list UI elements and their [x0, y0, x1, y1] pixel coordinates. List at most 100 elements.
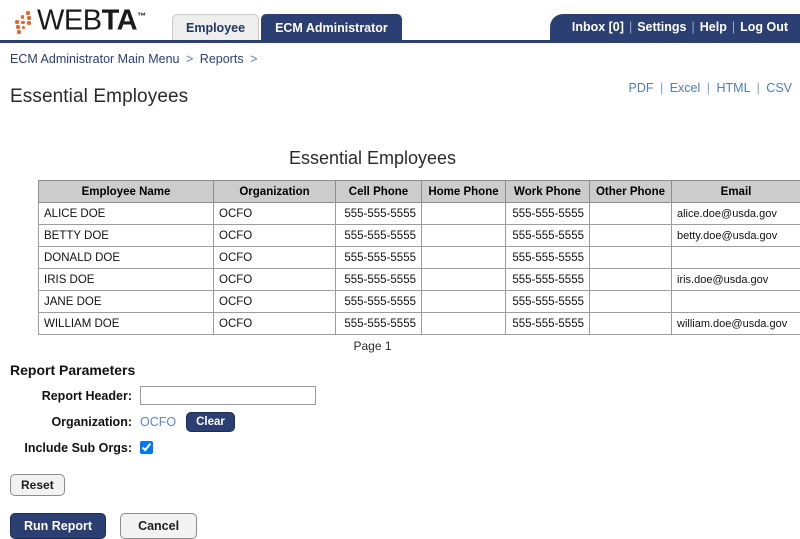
cell-home-phone: [422, 269, 506, 291]
cell-cell-phone: 555-555-5555: [336, 247, 422, 269]
main-tabs: Employee ECM Administrator: [172, 14, 402, 40]
settings-link[interactable]: Settings: [637, 20, 686, 34]
webta-logo: WEBTA™: [14, 4, 146, 36]
report-header-row: Report Header:: [10, 385, 800, 406]
cell-cell-phone: 555-555-5555: [336, 225, 422, 247]
cell-employee-name: DONALD DOE: [39, 247, 214, 269]
table-header-row: Employee Name Organization Cell Phone Ho…: [39, 181, 800, 203]
table-row: DONALD DOE OCFO 555-555-5555 555-555-555…: [39, 247, 800, 269]
logo-dots-icon: [14, 10, 36, 36]
report-header-label: Report Header:: [10, 389, 140, 403]
table-row: WILLIAM DOE OCFO 555-555-5555 555-555-55…: [39, 313, 800, 335]
help-link[interactable]: Help: [700, 20, 727, 34]
logo-ta-text: TA: [102, 5, 138, 37]
report-table-container: Employee Name Organization Cell Phone Ho…: [38, 180, 800, 335]
column-header-other-phone: Other Phone: [590, 181, 672, 203]
cell-organization: OCFO: [214, 203, 336, 225]
cell-email: iris.doe@usda.gov: [672, 269, 800, 291]
cell-email: [672, 291, 800, 313]
cell-home-phone: [422, 225, 506, 247]
column-header-email: Email: [672, 181, 800, 203]
cell-home-phone: [422, 313, 506, 335]
reset-button-row: Reset: [10, 474, 800, 496]
cell-work-phone: 555-555-5555: [506, 291, 590, 313]
cell-home-phone: [422, 291, 506, 313]
cell-email: william.doe@usda.gov: [672, 313, 800, 335]
cell-cell-phone: 555-555-5555: [336, 313, 422, 335]
cell-other-phone: [590, 313, 672, 335]
include-sub-orgs-checkbox[interactable]: [140, 441, 153, 454]
column-header-cell-phone: Cell Phone: [336, 181, 422, 203]
cell-home-phone: [422, 247, 506, 269]
export-html-link[interactable]: HTML: [717, 81, 751, 95]
trademark-icon: ™: [137, 11, 146, 21]
breadcrumb: ECM Administrator Main Menu > Reports >: [0, 43, 800, 72]
report-header-input[interactable]: [140, 386, 316, 405]
nav-separator: |: [732, 20, 735, 34]
cell-cell-phone: 555-555-5555: [336, 291, 422, 313]
cell-organization: OCFO: [214, 313, 336, 335]
cell-employee-name: BETTY DOE: [39, 225, 214, 247]
tab-employee[interactable]: Employee: [172, 14, 259, 40]
cell-work-phone: 555-555-5555: [506, 269, 590, 291]
include-sub-orgs-label: Include Sub Orgs:: [10, 441, 140, 455]
cell-email: [672, 247, 800, 269]
export-separator: |: [757, 81, 760, 95]
include-sub-orgs-row: Include Sub Orgs:: [10, 437, 800, 458]
cell-employee-name: JANE DOE: [39, 291, 214, 313]
breadcrumb-item-main-menu[interactable]: ECM Administrator Main Menu: [10, 52, 180, 66]
cell-email: alice.doe@usda.gov: [672, 203, 800, 225]
header-utility-nav: Inbox [0] | Settings | Help | Log Out: [550, 14, 800, 40]
clear-organization-button[interactable]: Clear: [186, 412, 235, 432]
logout-link[interactable]: Log Out: [740, 20, 788, 34]
nav-separator: |: [629, 20, 632, 34]
action-button-row: Run Report Cancel: [10, 513, 800, 539]
table-row: IRIS DOE OCFO 555-555-5555 555-555-5555 …: [39, 269, 800, 291]
column-header-employee-name: Employee Name: [39, 181, 214, 203]
export-excel-link[interactable]: Excel: [670, 81, 701, 95]
run-report-button[interactable]: Run Report: [10, 513, 106, 539]
logo-wordmark: WEBTA™: [37, 2, 146, 36]
column-header-home-phone: Home Phone: [422, 181, 506, 203]
export-separator: |: [707, 81, 710, 95]
cell-other-phone: [590, 269, 672, 291]
report-parameters-heading: Report Parameters: [10, 362, 800, 378]
export-separator: |: [660, 81, 663, 95]
cell-organization: OCFO: [214, 247, 336, 269]
breadcrumb-separator: >: [186, 52, 193, 66]
cell-cell-phone: 555-555-5555: [336, 203, 422, 225]
organization-value-link[interactable]: OCFO: [140, 415, 176, 429]
export-links: PDF | Excel | HTML | CSV: [628, 81, 792, 95]
nav-separator: |: [692, 20, 695, 34]
cell-work-phone: 555-555-5555: [506, 313, 590, 335]
table-row: JANE DOE OCFO 555-555-5555 555-555-5555: [39, 291, 800, 313]
export-pdf-link[interactable]: PDF: [628, 81, 653, 95]
cell-other-phone: [590, 225, 672, 247]
table-row: BETTY DOE OCFO 555-555-5555 555-555-5555…: [39, 225, 800, 247]
cell-work-phone: 555-555-5555: [506, 225, 590, 247]
cell-organization: OCFO: [214, 269, 336, 291]
table-body: ALICE DOE OCFO 555-555-5555 555-555-5555…: [39, 203, 800, 335]
reset-button[interactable]: Reset: [10, 474, 65, 496]
cell-home-phone: [422, 203, 506, 225]
report-section: Essential Employees Employee Name Organi…: [0, 148, 800, 353]
inbox-link[interactable]: Inbox [0]: [572, 20, 624, 34]
report-heading: Essential Employees: [0, 148, 800, 169]
logo-web-text: WEB: [37, 5, 102, 37]
organization-row: Organization: OCFO Clear: [10, 411, 800, 432]
cell-email: betty.doe@usda.gov: [672, 225, 800, 247]
cell-other-phone: [590, 247, 672, 269]
organization-label: Organization:: [10, 415, 140, 429]
cell-cell-phone: 555-555-5555: [336, 269, 422, 291]
breadcrumb-item-reports[interactable]: Reports: [200, 52, 244, 66]
table-row: ALICE DOE OCFO 555-555-5555 555-555-5555…: [39, 203, 800, 225]
report-page-label: Page 1: [0, 339, 800, 353]
cell-work-phone: 555-555-5555: [506, 203, 590, 225]
tab-ecm-administrator[interactable]: ECM Administrator: [261, 14, 402, 40]
cell-employee-name: WILLIAM DOE: [39, 313, 214, 335]
essential-employees-table: Employee Name Organization Cell Phone Ho…: [38, 180, 800, 335]
cancel-button[interactable]: Cancel: [120, 513, 197, 539]
app-header: WEBTA™ Employee ECM Administrator Inbox …: [0, 0, 800, 40]
export-csv-link[interactable]: CSV: [766, 81, 792, 95]
column-header-organization: Organization: [214, 181, 336, 203]
